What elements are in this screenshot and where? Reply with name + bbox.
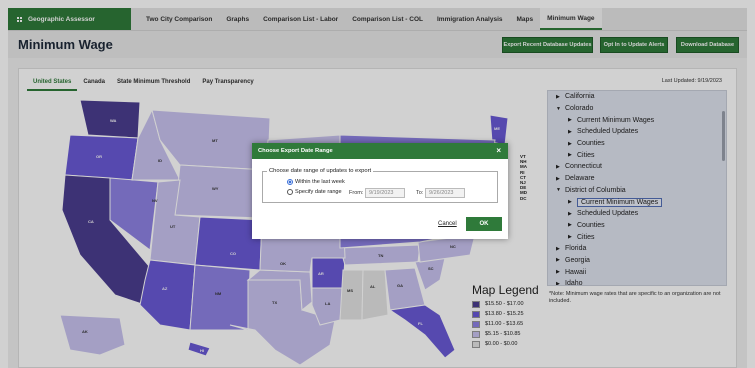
cancel-button[interactable]: Cancel <box>438 221 457 227</box>
radio-specify-range[interactable]: Specify date range <box>287 189 342 195</box>
fieldset-legend: Choose date range of updates to export <box>267 168 374 174</box>
modal-header: Choose Export Date Range × <box>252 143 508 159</box>
radio-unchecked-icon <box>287 189 293 195</box>
radio-last-week-label: Within the last week <box>295 179 345 185</box>
radio-specify-range-label: Specify date range <box>295 189 342 195</box>
ok-button[interactable]: OK <box>466 217 502 231</box>
to-date-input[interactable]: 9/26/2023 <box>425 188 465 198</box>
modal-title: Choose Export Date Range <box>258 148 333 154</box>
radio-last-week[interactable]: Within the last week <box>287 179 345 185</box>
date-range-fieldset: Choose date range of updates to export W… <box>262 168 498 203</box>
export-date-modal: Choose Export Date Range × Choose date r… <box>252 143 508 239</box>
close-icon[interactable]: × <box>496 146 501 155</box>
to-label: To: <box>416 190 424 196</box>
from-date-input[interactable]: 9/19/2023 <box>365 188 405 198</box>
from-label: From: <box>349 190 364 196</box>
radio-checked-icon <box>287 179 293 185</box>
